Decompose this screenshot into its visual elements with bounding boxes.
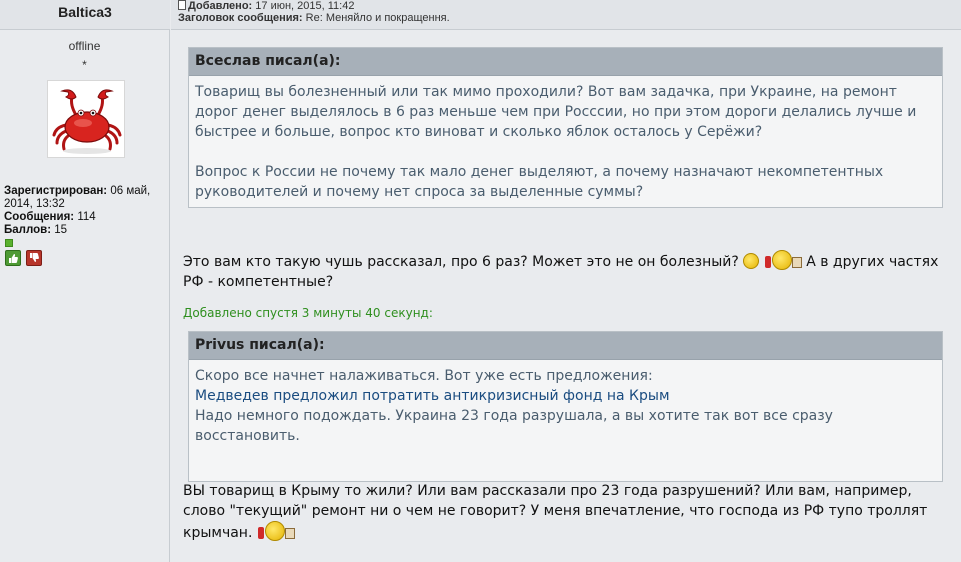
mug-icon [284,528,295,539]
online-status: offline [68,39,101,53]
bottle-icon [764,256,771,268]
quote-block: Privus писал(а): Скоро все начнет налажи… [188,331,943,482]
quote-author: Всеслав писал(а): [189,48,942,76]
thumbs-down-icon[interactable] [26,250,42,266]
author-panel: Baltica3 offline * Зарегистрирован: 06 м… [0,0,170,562]
emoticons [743,250,802,272]
registered-label: Зарегистрирован: [4,185,108,197]
post-doc-icon[interactable] [178,0,186,10]
quote-paragraph: Вопрос к России не почему так мало денег… [195,164,884,200]
post-header: Добавлено: 17 июн, 2015, 11:42 Заголовок… [171,0,961,30]
quote-text: Товарищ вы болезненный или так мимо прох… [189,76,942,209]
quote-link[interactable]: Медведев предложил потратить антикризисн… [195,386,936,406]
messages-label: Сообщения: [4,211,75,223]
bottle-icon [257,527,264,539]
post-body: Всеслав писал(а): Товарищ вы болезненный… [171,31,961,562]
messages-value: 114 [77,211,96,223]
subject-label: Заголовок сообщения: [178,12,303,24]
quote-line: Надо немного подождать. Украина 23 года … [195,408,833,444]
added-value: 17 июн, 2015, 11:42 [255,0,355,12]
quote-line: Скоро все начнет налаживаться. Вот уже е… [195,368,653,384]
subject-value: Re: Меняйло и покращення. [305,12,450,24]
quote-text: Скоро все начнет налаживаться. Вот уже е… [189,360,942,453]
author-stats: Зарегистрирован: 06 май, 2014, 13:32 Соо… [4,185,168,237]
reply-text-part: Это вам кто такую чушь рассказал, про 6 … [183,254,739,270]
author-name[interactable]: Baltica3 [0,4,170,20]
points-row: Баллов: 15 [4,224,168,237]
online-indicator-icon [5,239,13,247]
user-rank: * [82,58,87,72]
reply-text: Это вам кто такую чушь рассказал, про 6 … [183,250,953,292]
drinking-smiley-icon [771,250,792,270]
emoticons [257,521,295,543]
points-value: 15 [54,224,68,236]
points-label: Баллов: [4,224,52,236]
added-label: Добавлено: [188,0,253,12]
mug-icon [791,257,802,268]
reply-text: ВЫ товарищ в Крыму то жили? Или вам расс… [183,481,953,543]
drinking-smiley-icon [264,521,285,541]
thumbs-up-icon[interactable] [5,250,21,266]
crab-avatar-icon [52,89,122,154]
quote-author: Privus писал(а): [189,332,942,360]
author-header: Baltica3 [0,0,170,30]
messages-row: Сообщения: 114 [4,211,168,224]
registered-row: Зарегистрирован: 06 май, 2014, 13:32 [4,185,168,211]
quote-block: Всеслав писал(а): Товарищ вы болезненный… [188,47,943,208]
post-subject: Заголовок сообщения: Re: Меняйло и покра… [178,12,450,24]
quote-paragraph: Товарищ вы болезненный или так мимо прох… [195,84,917,140]
avatar [47,80,125,158]
post-date: Добавлено: 17 июн, 2015, 11:42 [178,0,354,12]
smiley-icon [743,253,760,269]
added-later-label: Добавлено спустя 3 минуты 40 секунд: [183,306,433,320]
forum-post: Baltica3 offline * Зарегистрирован: 06 м… [0,0,961,562]
